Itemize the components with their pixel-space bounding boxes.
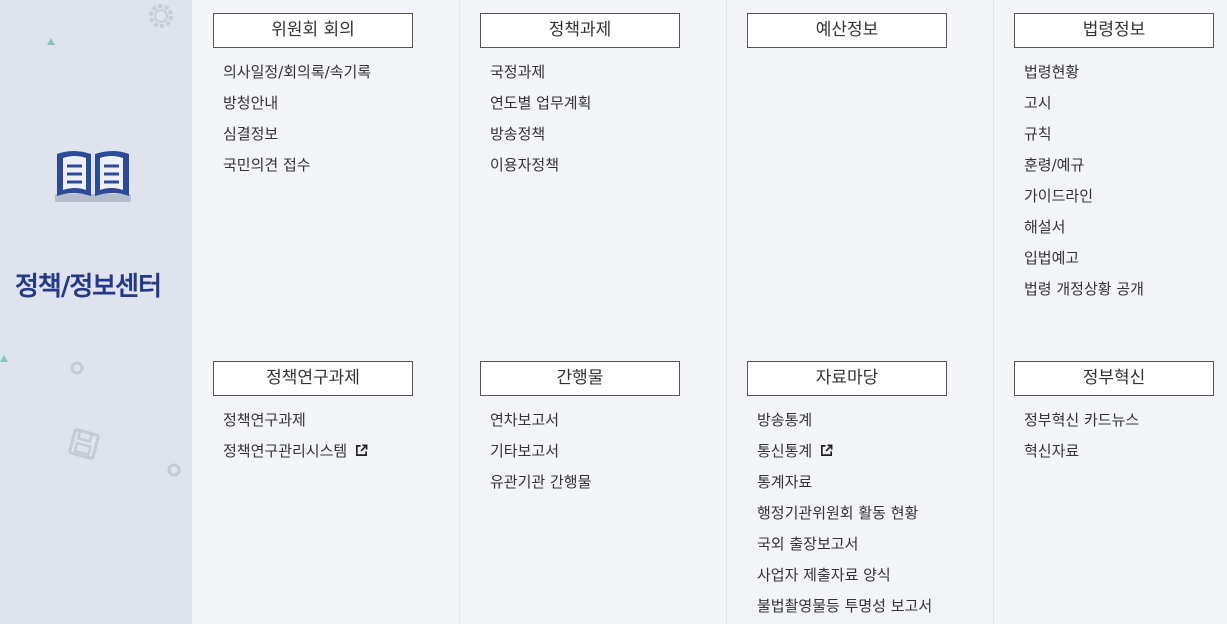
menu-link-label: 통계자료 bbox=[757, 473, 813, 491]
section-heading-button[interactable]: 정책과제 bbox=[480, 13, 680, 48]
menu-link-label: 정부혁신 카드뉴스 bbox=[1024, 411, 1140, 429]
menu-link-label: 국외 출장보고서 bbox=[757, 535, 859, 553]
menu-link[interactable]: 방송정책 bbox=[480, 119, 710, 150]
section-heading-button[interactable]: 자료마당 bbox=[747, 361, 947, 396]
menu-link-label: 훈령/예규 bbox=[1024, 156, 1085, 174]
link-list: 방송통계통신통계통계자료행정기관위원회 활동 현황국외 출장보고서사업자 제출자… bbox=[747, 405, 977, 622]
book-icon bbox=[55, 151, 131, 202]
external-link-icon bbox=[820, 437, 833, 456]
menu-link[interactable]: 방송통계 bbox=[747, 405, 977, 436]
menu-link-label: 이용자정책 bbox=[490, 156, 560, 174]
menu-link-label: 행정기관위원회 활동 현황 bbox=[757, 504, 919, 522]
menu-link[interactable]: 심결정보 bbox=[213, 119, 443, 150]
menu-link[interactable]: 국정과제 bbox=[480, 57, 710, 88]
link-list: 의사일정/회의록/속기록방청안내심결정보국민의견 접수 bbox=[213, 57, 443, 181]
menu-link-label: 기타보고서 bbox=[490, 442, 560, 460]
section-heading-button[interactable]: 예산정보 bbox=[747, 13, 947, 48]
menu-link[interactable]: 입법예고 bbox=[1014, 243, 1227, 274]
circle-decoration bbox=[167, 463, 181, 477]
column-divider bbox=[459, 0, 460, 624]
menu-section: 정책연구과제 정책연구과제 정책연구관리시스템 bbox=[213, 361, 443, 467]
circle-decoration bbox=[70, 361, 84, 375]
menu-link[interactable]: 훈령/예규 bbox=[1014, 150, 1227, 181]
menu-link-label: 혁신자료 bbox=[1024, 442, 1080, 460]
triangle-decoration bbox=[47, 38, 55, 45]
gear-icon bbox=[149, 4, 173, 28]
menu-link-label: 통신통계 bbox=[757, 442, 813, 460]
menu-section: 자료마당방송통계통신통계통계자료행정기관위원회 활동 현황국외 출장보고서사업자… bbox=[747, 361, 977, 622]
link-list: 법령현황고시규칙훈령/예규가이드라인해설서입법예고법령 개정상황 공개 bbox=[1014, 57, 1227, 305]
menu-section: 정책과제국정과제연도별 업무계획방송정책이용자정책 bbox=[480, 13, 710, 181]
menu-link-label: 방송통계 bbox=[757, 411, 813, 429]
menu-link-label: 고시 bbox=[1024, 94, 1052, 112]
menu-link-label: 국민의견 접수 bbox=[223, 156, 311, 174]
section-heading-button[interactable]: 정책연구과제 bbox=[213, 361, 413, 396]
menu-link-label: 국정과제 bbox=[490, 63, 546, 81]
menu-link[interactable]: 국외 출장보고서 bbox=[747, 529, 977, 560]
menu-link-label: 유관기관 간행물 bbox=[490, 473, 592, 491]
section-title: 정책/정보센터 bbox=[14, 272, 162, 302]
menu-link-label: 연차보고서 bbox=[490, 411, 560, 429]
menu-link[interactable]: 방청안내 bbox=[213, 88, 443, 119]
link-list: 정책연구과제정책연구관리시스템 bbox=[213, 405, 443, 467]
menu-link[interactable]: 유관기관 간행물 bbox=[480, 467, 710, 498]
column-divider bbox=[726, 0, 727, 624]
menu-section: 정부혁신정부혁신 카드뉴스혁신자료 bbox=[1014, 361, 1227, 467]
menu-section: 법령정보법령현황고시규칙훈령/예규가이드라인해설서입법예고법령 개정상황 공개 bbox=[1014, 13, 1227, 305]
menu-link-label: 방청안내 bbox=[223, 94, 279, 112]
menu-link-label: 정책연구과제 bbox=[223, 411, 306, 429]
menu-section: 간행물연차보고서기타보고서유관기관 간행물 bbox=[480, 361, 710, 498]
menu-link[interactable]: 통신통계 bbox=[747, 436, 977, 467]
sidebar-panel: 정책/정보센터 bbox=[0, 0, 192, 624]
menu-link[interactable]: 규칙 bbox=[1014, 119, 1227, 150]
column-divider bbox=[993, 0, 994, 624]
menu-link-label: 방송정책 bbox=[490, 125, 546, 143]
external-link-icon bbox=[355, 437, 368, 456]
menu-link[interactable]: 고시 bbox=[1014, 88, 1227, 119]
menu-link[interactable]: 연차보고서 bbox=[480, 405, 710, 436]
menu-link[interactable]: 기타보고서 bbox=[480, 436, 710, 467]
menu-link[interactable]: 통계자료 bbox=[747, 467, 977, 498]
menu-link[interactable]: 이용자정책 bbox=[480, 150, 710, 181]
menu-link[interactable]: 사업자 제출자료 양식 bbox=[747, 560, 977, 591]
floppy-disk-icon bbox=[68, 428, 100, 460]
section-heading-button[interactable]: 정부혁신 bbox=[1014, 361, 1214, 396]
section-heading-button[interactable]: 간행물 bbox=[480, 361, 680, 396]
menu-link[interactable]: 행정기관위원회 활동 현황 bbox=[747, 498, 977, 529]
menu-link[interactable]: 정책연구과제 bbox=[213, 405, 443, 436]
link-list: 연차보고서기타보고서유관기관 간행물 bbox=[480, 405, 710, 498]
triangle-decoration bbox=[0, 355, 8, 362]
menu-link[interactable]: 정부혁신 카드뉴스 bbox=[1014, 405, 1227, 436]
menu-link[interactable]: 정책연구관리시스템 bbox=[213, 436, 443, 467]
menu-link-label: 사업자 제출자료 양식 bbox=[757, 566, 891, 584]
menu-link[interactable]: 법령현황 bbox=[1014, 57, 1227, 88]
menu-link-label: 가이드라인 bbox=[1024, 187, 1094, 205]
menu-link[interactable]: 국민의견 접수 bbox=[213, 150, 443, 181]
menu-link[interactable]: 혁신자료 bbox=[1014, 436, 1227, 467]
menu-link[interactable]: 연도별 업무계획 bbox=[480, 88, 710, 119]
menu-link-label: 법령현황 bbox=[1024, 63, 1080, 81]
menu-link[interactable]: 불법촬영물등 투명성 보고서 bbox=[747, 591, 977, 622]
menu-link-label: 심결정보 bbox=[223, 125, 279, 143]
link-list: 국정과제연도별 업무계획방송정책이용자정책 bbox=[480, 57, 710, 181]
menu-link-label: 입법예고 bbox=[1024, 249, 1080, 267]
section-heading-button[interactable]: 위원회 회의 bbox=[213, 13, 413, 48]
menu-link-label: 의사일정/회의록/속기록 bbox=[223, 63, 372, 81]
section-heading-button[interactable]: 법령정보 bbox=[1014, 13, 1214, 48]
menu-link-label: 연도별 업무계획 bbox=[490, 94, 592, 112]
menu-link-label: 규칙 bbox=[1024, 125, 1052, 143]
menu-link-label: 해설서 bbox=[1024, 218, 1066, 236]
menu-link[interactable]: 의사일정/회의록/속기록 bbox=[213, 57, 443, 88]
menu-link-label: 불법촬영물등 투명성 보고서 bbox=[757, 597, 933, 615]
menu-section: 위원회 회의의사일정/회의록/속기록방청안내심결정보국민의견 접수 bbox=[213, 13, 443, 181]
menu-link[interactable]: 법령 개정상황 공개 bbox=[1014, 274, 1227, 305]
link-list: 정부혁신 카드뉴스혁신자료 bbox=[1014, 405, 1227, 467]
menu-section: 예산정보 bbox=[747, 13, 977, 57]
menu-link-label: 법령 개정상황 공개 bbox=[1024, 280, 1144, 298]
menu-link[interactable]: 가이드라인 bbox=[1014, 181, 1227, 212]
menu-link[interactable]: 해설서 bbox=[1014, 212, 1227, 243]
menu-link-label: 정책연구관리시스템 bbox=[223, 442, 348, 460]
